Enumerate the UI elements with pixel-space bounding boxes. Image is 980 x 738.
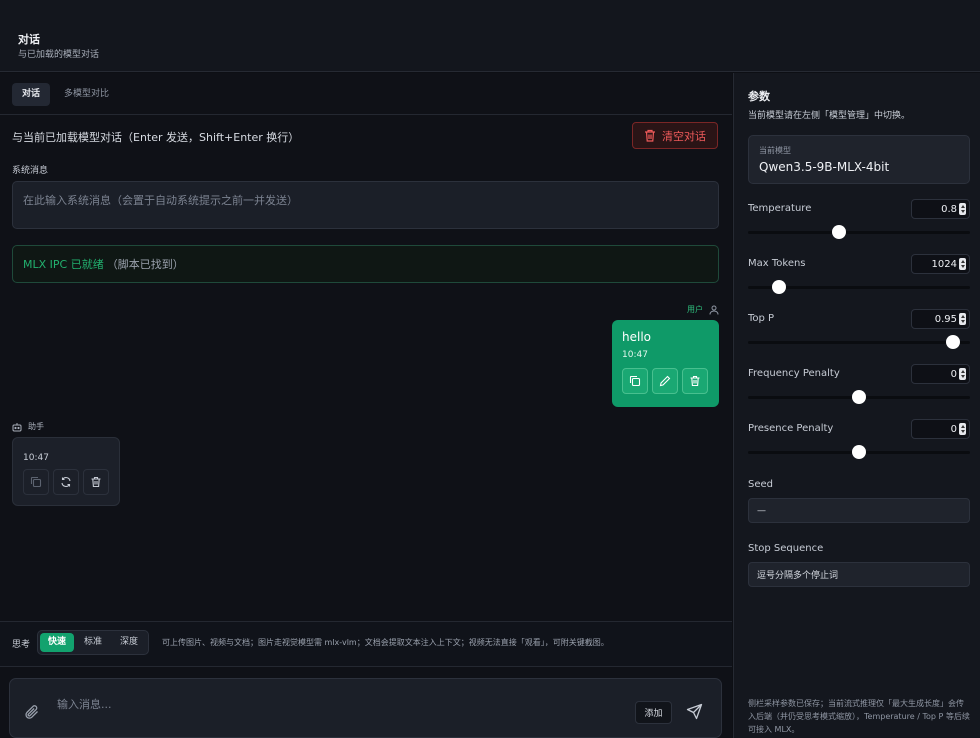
user-message-meta: 用户 bbox=[660, 304, 719, 315]
system-message-input[interactable]: 在此输入系统消息（会置于自动系统提示之前一并发送） bbox=[12, 181, 719, 229]
status-ok-text: MLX IPC 已就绪 bbox=[23, 258, 104, 271]
slider-thumb[interactable] bbox=[772, 280, 787, 294]
tab-chat[interactable]: 对话 bbox=[12, 83, 51, 106]
copy-button[interactable] bbox=[23, 469, 49, 495]
user-message-bubble: hello 10:47 bbox=[612, 320, 719, 407]
bot-icon bbox=[12, 422, 22, 431]
frequency-penalty-input[interactable]: 0 bbox=[911, 364, 970, 384]
assistant-message-bubble: 10:47 bbox=[12, 437, 120, 506]
params-title: 参数 bbox=[748, 90, 770, 103]
top-p-input[interactable]: 0.95 bbox=[911, 309, 970, 329]
spinner-icon[interactable] bbox=[959, 368, 966, 380]
seed-label: Seed bbox=[748, 479, 773, 490]
attach-button[interactable] bbox=[24, 704, 40, 723]
thinking-option-deep[interactable]: 深度 bbox=[112, 633, 146, 652]
assistant-message-meta: 助手 bbox=[12, 421, 44, 432]
clear-chat-button[interactable]: 清空对话 bbox=[632, 122, 718, 149]
chat-panel: 对话 多模型对比 与当前已加载模型对话（Enter 发送，Shift+Enter… bbox=[0, 73, 732, 738]
param-value: 0 bbox=[950, 368, 957, 380]
trash-icon bbox=[645, 129, 655, 142]
thinking-option-standard[interactable]: 标准 bbox=[76, 633, 110, 652]
max-tokens-input[interactable]: 1024 bbox=[911, 254, 970, 274]
param-value: 1024 bbox=[931, 258, 957, 270]
max-tokens-slider[interactable] bbox=[748, 280, 970, 294]
params-footer-note: 侧栏采样参数已保存；当前流式推理仅「最大生成长度」会传入后端（并仍受思考模式缩放… bbox=[748, 699, 970, 734]
frequency-penalty-slider[interactable] bbox=[748, 390, 970, 404]
param-name: Temperature bbox=[748, 203, 812, 214]
user-message-time: 10:47 bbox=[622, 350, 648, 360]
spinner-icon[interactable] bbox=[959, 313, 966, 325]
spinner-icon[interactable] bbox=[959, 258, 966, 270]
clear-chat-label: 清空对话 bbox=[662, 129, 706, 143]
thinking-label: 思考 bbox=[12, 640, 31, 650]
message-input[interactable]: 输入消息... bbox=[57, 696, 112, 712]
add-button[interactable]: 添加 bbox=[635, 701, 672, 724]
seed-input[interactable]: — bbox=[748, 498, 970, 523]
param-name: Frequency Penalty bbox=[748, 368, 840, 379]
delete-button[interactable] bbox=[682, 368, 708, 394]
user-icon bbox=[709, 305, 719, 315]
page-header: 对话 与已加载的模型对话 bbox=[0, 0, 980, 72]
delete-button[interactable] bbox=[83, 469, 109, 495]
presence-penalty-slider[interactable] bbox=[748, 445, 970, 459]
assistant-message-time: 10:47 bbox=[23, 453, 49, 463]
thinking-mode-selector: 快速 标准 深度 bbox=[37, 630, 150, 655]
mlx-status-banner: MLX IPC 已就绪 （脚本已找到） bbox=[12, 245, 719, 283]
regenerate-button[interactable] bbox=[53, 469, 79, 495]
system-message-label: 系统消息 bbox=[12, 166, 49, 176]
slider-thumb[interactable] bbox=[946, 335, 961, 349]
user-role-label: 用户 bbox=[687, 305, 703, 314]
slider-thumb[interactable] bbox=[832, 225, 847, 239]
slider-thumb[interactable] bbox=[852, 390, 866, 404]
send-icon bbox=[686, 703, 703, 720]
status-note-text: （脚本已找到） bbox=[106, 258, 184, 271]
trash-icon bbox=[690, 375, 700, 387]
tab-compare[interactable]: 多模型对比 bbox=[54, 83, 119, 106]
param-name: Presence Penalty bbox=[748, 423, 834, 434]
presence-penalty-input[interactable]: 0 bbox=[911, 419, 970, 439]
param-name: Top P bbox=[748, 313, 775, 324]
top-p-slider[interactable] bbox=[748, 335, 970, 349]
page-subtitle: 与已加载的模型对话 bbox=[18, 50, 100, 60]
spinner-icon[interactable] bbox=[959, 203, 966, 215]
stop-sequence-label: Stop Sequence bbox=[748, 543, 824, 554]
slider-thumb[interactable] bbox=[852, 445, 866, 459]
current-model-box: 当前模型 Qwen3.5-9B-MLX-4bit bbox=[748, 135, 970, 184]
copy-button[interactable] bbox=[622, 368, 648, 394]
paperclip-icon bbox=[25, 705, 38, 719]
edit-button[interactable] bbox=[652, 368, 678, 394]
page-title: 对话 bbox=[18, 33, 40, 46]
param-value: 0 bbox=[950, 423, 957, 435]
assistant-role-label: 助手 bbox=[28, 422, 44, 431]
stop-sequence-input[interactable]: 逗号分隔多个停止词 bbox=[748, 562, 970, 587]
send-button[interactable] bbox=[686, 703, 703, 723]
params-subtitle: 当前模型请在左侧「模型管理」中切换。 bbox=[748, 111, 911, 121]
copy-icon bbox=[629, 375, 641, 387]
chat-description: 与当前已加载模型对话（Enter 发送，Shift+Enter 换行） bbox=[12, 131, 300, 144]
trash-icon bbox=[91, 476, 101, 488]
message-composer: 输入消息... 添加 bbox=[9, 678, 722, 738]
param-value: 0.95 bbox=[934, 313, 957, 325]
current-model-value: Qwen3.5-9B-MLX-4bit bbox=[759, 160, 890, 174]
temperature-slider[interactable] bbox=[748, 225, 970, 239]
params-panel: 参数 当前模型请在左侧「模型管理」中切换。 当前模型 Qwen3.5-9B-ML… bbox=[733, 73, 980, 738]
refresh-icon bbox=[61, 477, 71, 487]
param-name: Max Tokens bbox=[748, 258, 806, 269]
thinking-mode-bar: 思考 快速 标准 深度 可上传图片、视频与文档；图片走视觉模型需 mlx-vlm… bbox=[0, 621, 732, 667]
copy-icon bbox=[30, 476, 42, 488]
assistant-message-actions bbox=[23, 469, 109, 495]
divider bbox=[0, 114, 732, 115]
spinner-icon[interactable] bbox=[959, 423, 966, 435]
user-message-text: hello bbox=[622, 330, 651, 344]
param-value: 0.8 bbox=[941, 203, 957, 215]
temperature-input[interactable]: 0.8 bbox=[911, 199, 970, 219]
pencil-icon bbox=[659, 375, 671, 387]
user-message-actions bbox=[622, 368, 709, 394]
tab-bar: 对话 多模型对比 bbox=[12, 83, 119, 106]
thinking-option-fast[interactable]: 快速 bbox=[40, 633, 75, 652]
upload-hint: 可上传图片、视频与文档；图片走视觉模型需 mlx-vlm；文档会提取文本注入上下… bbox=[162, 638, 609, 647]
current-model-label: 当前模型 bbox=[759, 146, 791, 155]
